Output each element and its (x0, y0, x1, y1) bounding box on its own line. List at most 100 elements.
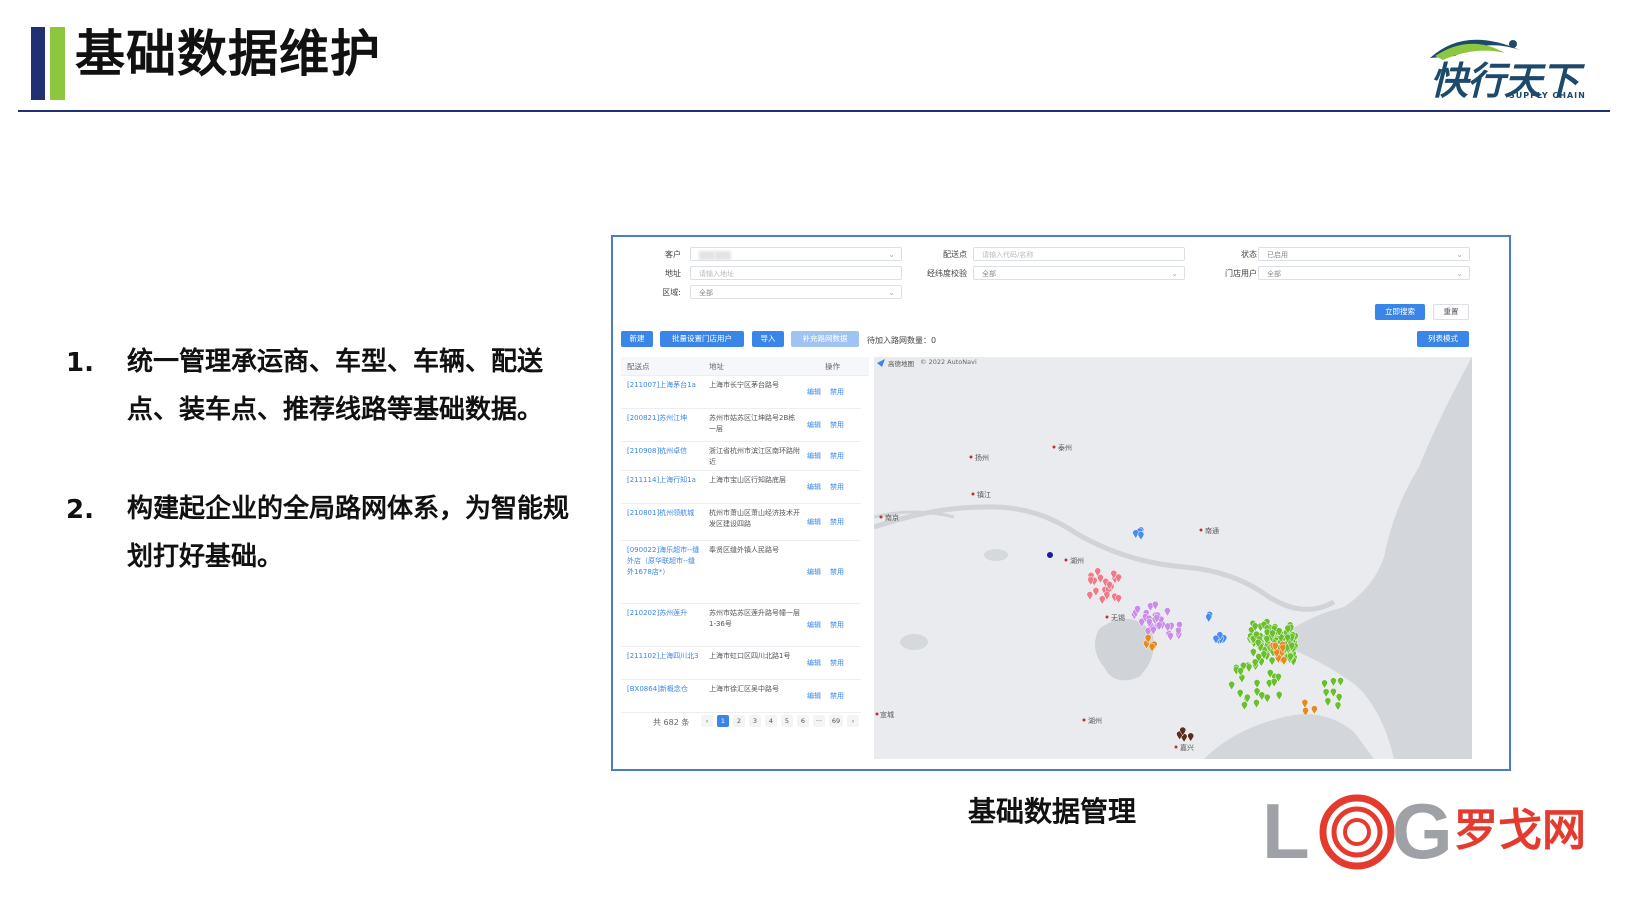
pending-count: 待加入路网数量：0 (867, 336, 937, 345)
brand-subtitle: SUPPLY CHAIN (1509, 91, 1586, 100)
edit-link[interactable]: 编辑 (807, 620, 821, 630)
total-count: 共 682 条 (653, 718, 690, 727)
edit-link[interactable]: 编辑 (807, 482, 821, 492)
map-city-label: 镇江 (977, 490, 991, 499)
table-row[interactable]: [BX0864]新概念仓 上海市徐汇区吴中路号编辑 禁用 (621, 680, 861, 713)
map-city-label: 南京 (885, 513, 899, 522)
status-label: 状态 (1241, 250, 1257, 259)
page-3[interactable]: 3 (749, 715, 761, 727)
disable-link[interactable]: 禁用 (830, 387, 844, 397)
region-label: 区域: (662, 288, 681, 297)
delivery-point-name[interactable]: [210908]杭州卓信 (627, 446, 701, 457)
bullet-2-text: 构建起企业的全局路网体系，为智能规划打好基础。 (127, 494, 570, 572)
page-2[interactable]: 2 (733, 715, 745, 727)
map-city-label: 扬州 (975, 453, 989, 462)
chevron-down-icon: ⌄ (1171, 269, 1178, 278)
page-6[interactable]: 6 (797, 715, 809, 727)
header-action: 操作 (825, 362, 840, 371)
delivery-point-address: 上海市徐汇区吴中路号 (709, 685, 779, 693)
status-value: 已启用 (1267, 251, 1288, 259)
logo-watermark: L G 罗戈网 (1262, 790, 1586, 875)
geo-check-value: 全部 (982, 270, 996, 278)
table-row[interactable]: [210801]杭州领航城 杭州市萧山区萧山经济技术开发区建设四路 编辑 禁用 (621, 504, 861, 541)
edit-link[interactable]: 编辑 (807, 691, 821, 701)
delivery-point-name[interactable]: [BX0864]新概念仓 (627, 684, 701, 695)
header-divider (18, 110, 1610, 112)
disable-link[interactable]: 禁用 (830, 482, 844, 492)
region-value: 全部 (699, 289, 713, 297)
batch-set-store-user-button[interactable]: 批量设置门店用户 (660, 331, 744, 347)
map-city-label: 湖州 (1088, 716, 1102, 725)
disable-link[interactable]: 禁用 (830, 691, 844, 701)
map-copyright: © 2022 AutoNavi (920, 358, 977, 366)
delivery-point-name[interactable]: [211114]上海行知1a (627, 475, 701, 486)
disable-link[interactable]: 禁用 (830, 658, 844, 668)
table-row[interactable]: [211102]上海四川北3 上海市虹口区四川北路1号 编辑 禁用 (621, 647, 861, 680)
delivery-point-address: 苏州市姑苏区莲升路号幢一层1-36号 (709, 609, 800, 628)
table-row[interactable]: [090022]海乐超市--缝外店（原华联超市--缝外1678店*） 奉贤区缝外镇… (621, 541, 861, 604)
geo-check-select[interactable]: 全部 ⌄ (973, 266, 1185, 280)
delivery-point-name[interactable]: [210801]杭州领航城 (627, 508, 701, 519)
fill-network-button[interactable]: 补充路网数据 (791, 331, 859, 347)
page-5[interactable]: 5 (781, 715, 793, 727)
table-row[interactable]: [211007]上海茅台1a 上海市长宁区茅台路号编辑 禁用 (621, 376, 861, 409)
disable-link[interactable]: 禁用 (830, 620, 844, 630)
map-city-label: 泰州 (1058, 443, 1072, 452)
table-row[interactable]: [210202]苏州莲升 苏州市姑苏区莲升路号幢一层1-36号 编辑 禁用 (621, 604, 861, 647)
svg-text:罗戈网: 罗戈网 (1454, 805, 1586, 856)
edit-link[interactable]: 编辑 (807, 658, 821, 668)
region-select[interactable]: 全部 ⌄ (690, 285, 902, 299)
chevron-down-icon: ⌄ (1456, 269, 1463, 278)
page-ellipsis[interactable]: ··· (813, 715, 825, 727)
table-row[interactable]: [210908]杭州卓信 浙江省杭州市滨江区南环路附近 编辑 禁用 (621, 442, 861, 471)
map-marker[interactable] (1047, 552, 1053, 558)
delivery-point-address: 上海市长宁区茅台路号 (709, 381, 779, 389)
page-69[interactable]: 69 (829, 715, 843, 727)
page-1[interactable]: 1 (717, 715, 729, 727)
header-point: 配送点 (627, 362, 650, 371)
table-row[interactable]: [211114]上海行知1a 上海市宝山区行知路底层 编辑 禁用 (621, 471, 861, 504)
reset-button[interactable]: 重置 (1433, 304, 1469, 320)
point-input[interactable]: 请输入代码/名称 (973, 247, 1185, 261)
table-body: [211007]上海茅台1a 上海市长宁区茅台路号 编辑 禁用 [200821]苏州江坤… (621, 376, 861, 713)
edit-link[interactable]: 编辑 (807, 451, 821, 461)
store-user-value: 全部 (1267, 270, 1281, 278)
import-button[interactable]: 导入 (752, 331, 784, 347)
chevron-down-icon: ⌄ (1456, 250, 1463, 259)
delivery-point-name[interactable]: [200821]苏州江坤 (627, 413, 701, 424)
app-screenshot: 客户 ⌄ 配送点 请输入代码/名称 状态 已启用 ⌄ 地址 请输入地址 经纬度校… (611, 235, 1511, 771)
address-placeholder: 请输入地址 (699, 270, 734, 278)
disable-link[interactable]: 禁用 (830, 567, 844, 577)
edit-link[interactable]: 编辑 (807, 567, 821, 577)
store-user-select[interactable]: 全部 ⌄ (1258, 266, 1470, 280)
disable-link[interactable]: 禁用 (830, 451, 844, 461)
delivery-point-name[interactable]: [211102]上海四川北3 (627, 651, 701, 662)
map-city-label: 嘉兴 (1180, 743, 1194, 752)
edit-link[interactable]: 编辑 (807, 420, 821, 430)
delivery-point-name[interactable]: [211007]上海茅台1a (627, 380, 701, 391)
list-mode-button[interactable]: 列表模式 (1417, 331, 1469, 347)
delivery-point-address: 杭州市萧山区萧山经济技术开发区建设四路 (709, 509, 800, 528)
point-placeholder: 请输入代码/名称 (982, 251, 1034, 259)
slide-title: 基础数据维护 (75, 25, 381, 83)
page-4[interactable]: 4 (765, 715, 777, 727)
delivery-point-name[interactable]: [210202]苏州莲升 (627, 608, 701, 619)
disable-link[interactable]: 禁用 (830, 517, 844, 527)
title-bar-green (50, 27, 65, 100)
customer-select[interactable]: ⌄ (690, 247, 902, 261)
search-button[interactable]: 立即搜索 (1375, 304, 1425, 320)
map-city-label: 无锡 (1111, 613, 1125, 622)
disable-link[interactable]: 禁用 (830, 420, 844, 430)
edit-link[interactable]: 编辑 (807, 387, 821, 397)
edit-link[interactable]: 编辑 (807, 517, 821, 527)
delivery-point-name[interactable]: [090022]海乐超市--缝外店（原华联超市--缝外1678店*） (627, 545, 701, 578)
title-bar-navy (31, 27, 45, 100)
route-network-map[interactable]: 扬州 泰州 镇江 南京 南通 湖州 无锡 宣城 湖州 嘉兴 高德地图 © 202… (874, 357, 1472, 759)
status-select[interactable]: 已启用 ⌄ (1258, 247, 1470, 261)
address-input[interactable]: 请输入地址 (690, 266, 902, 280)
table-row[interactable]: [200821]苏州江坤 苏州市姑苏区江坤路号2B栋一层 编辑 禁用 (621, 409, 861, 442)
prev-page-icon[interactable]: ‹ (701, 715, 713, 727)
new-button[interactable]: 新建 (621, 331, 653, 347)
delivery-point-address: 浙江省杭州市滨江区南环路附近 (709, 447, 800, 466)
next-page-icon[interactable]: › (847, 715, 859, 727)
